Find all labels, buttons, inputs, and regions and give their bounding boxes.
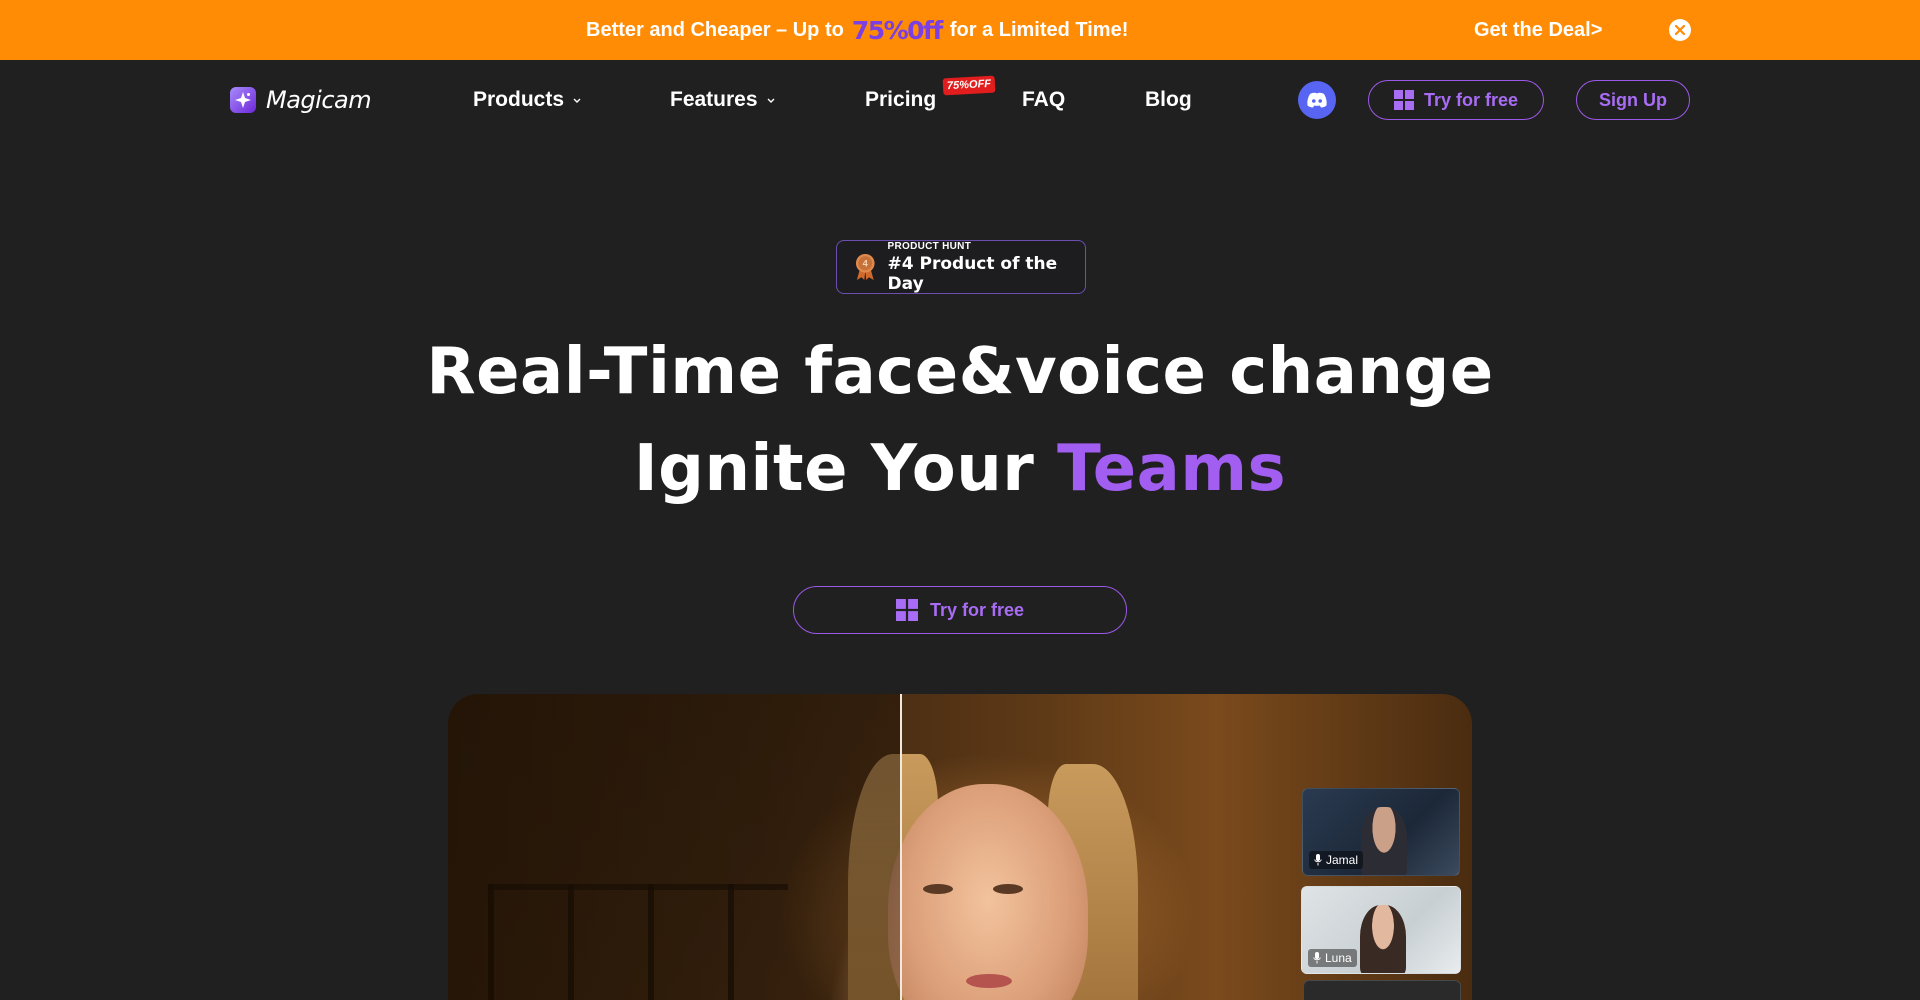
promo-text: Better and Cheaper – Up to 75%0ff for a … bbox=[586, 0, 1128, 60]
brand-logo[interactable]: Magicam bbox=[230, 86, 372, 114]
participant-name: Luna bbox=[1325, 951, 1352, 965]
try-for-free-nav-button[interactable]: Try for free bbox=[1368, 80, 1544, 120]
medal-number: 4 bbox=[863, 259, 869, 269]
discord-icon bbox=[1307, 92, 1327, 108]
try-for-free-hero-label: Try for free bbox=[929, 599, 1025, 620]
chevron-down-icon bbox=[767, 98, 775, 103]
sign-up-button[interactable]: Sign Up bbox=[1576, 80, 1690, 120]
windows-icon bbox=[1393, 90, 1414, 110]
original-side-shade bbox=[448, 694, 900, 1000]
promo-highlight: 75%0ff bbox=[851, 15, 944, 45]
nav-pricing[interactable]: Pricing bbox=[865, 60, 936, 140]
right-eye bbox=[993, 884, 1023, 894]
comparison-slider-handle[interactable] bbox=[900, 694, 902, 1000]
participant-tile-third bbox=[1303, 980, 1461, 1000]
microphone-icon bbox=[1313, 952, 1321, 964]
participant-tile-jamal: Jamal bbox=[1302, 788, 1460, 876]
product-hunt-rank: #4 Product of the Day bbox=[887, 253, 1058, 294]
participant-avatar bbox=[1360, 905, 1406, 973]
demo-video-preview[interactable]: Jamal Luna bbox=[448, 694, 1472, 1000]
top-nav: Magicam Products Features Pricing 75%OFF… bbox=[0, 60, 1920, 140]
promo-text-before: Better and Cheaper – Up to bbox=[586, 18, 844, 41]
nav-products[interactable]: Products bbox=[473, 60, 582, 140]
product-hunt-text: PRODUCT HUNT #4 Product of the Day bbox=[888, 241, 1085, 294]
nav-products-label: Products bbox=[473, 88, 565, 111]
promo-text-after: for a Limited Time! bbox=[949, 18, 1129, 41]
nav-features[interactable]: Features bbox=[670, 60, 776, 140]
hero-headline-line1: Real-Time face&voice change bbox=[426, 335, 1494, 409]
close-banner-button[interactable] bbox=[1669, 19, 1691, 41]
nav-pricing-label: Pricing bbox=[865, 88, 937, 111]
logo-sparkle-icon bbox=[230, 87, 256, 113]
participant-label: Jamal bbox=[1309, 851, 1364, 869]
discord-button[interactable] bbox=[1298, 81, 1336, 119]
left-eye bbox=[923, 884, 953, 894]
pricing-discount-badge: 75%OFF bbox=[942, 75, 996, 96]
nav-faq-label: FAQ bbox=[1022, 88, 1066, 111]
product-hunt-badge[interactable]: 4 PRODUCT HUNT #4 Product of the Day bbox=[836, 240, 1086, 294]
hero-headline-line2: Ignite Your Teams bbox=[0, 432, 1920, 506]
get-deal-link[interactable]: Get the Deal> bbox=[1474, 0, 1602, 60]
windows-icon bbox=[895, 599, 918, 621]
nav-blog-label: Blog bbox=[1145, 88, 1192, 111]
participant-name: Jamal bbox=[1326, 853, 1359, 867]
participant-avatar bbox=[1361, 807, 1407, 875]
lips bbox=[966, 974, 1012, 988]
promo-banner: Better and Cheaper – Up to 75%0ff for a … bbox=[0, 0, 1920, 60]
nav-faq[interactable]: FAQ bbox=[1022, 60, 1065, 140]
hero-headline-accent: Teams bbox=[1057, 432, 1287, 506]
try-for-free-nav-label: Try for free bbox=[1423, 89, 1519, 110]
medal-icon: 4 bbox=[855, 253, 875, 281]
microphone-icon bbox=[1314, 854, 1322, 866]
chevron-down-icon bbox=[573, 98, 581, 103]
close-icon bbox=[1674, 24, 1686, 36]
brand-name: Magicam bbox=[266, 86, 372, 114]
sign-up-label: Sign Up bbox=[1599, 89, 1667, 110]
participant-label: Luna bbox=[1308, 949, 1357, 967]
try-for-free-hero-button[interactable]: Try for free bbox=[793, 586, 1127, 634]
product-hunt-label: PRODUCT HUNT bbox=[887, 240, 972, 252]
participant-tile-luna: Luna bbox=[1301, 886, 1461, 974]
nav-blog[interactable]: Blog bbox=[1145, 60, 1192, 140]
hero-headline-plain: Ignite Your bbox=[633, 432, 1035, 506]
nav-features-label: Features bbox=[670, 88, 758, 111]
